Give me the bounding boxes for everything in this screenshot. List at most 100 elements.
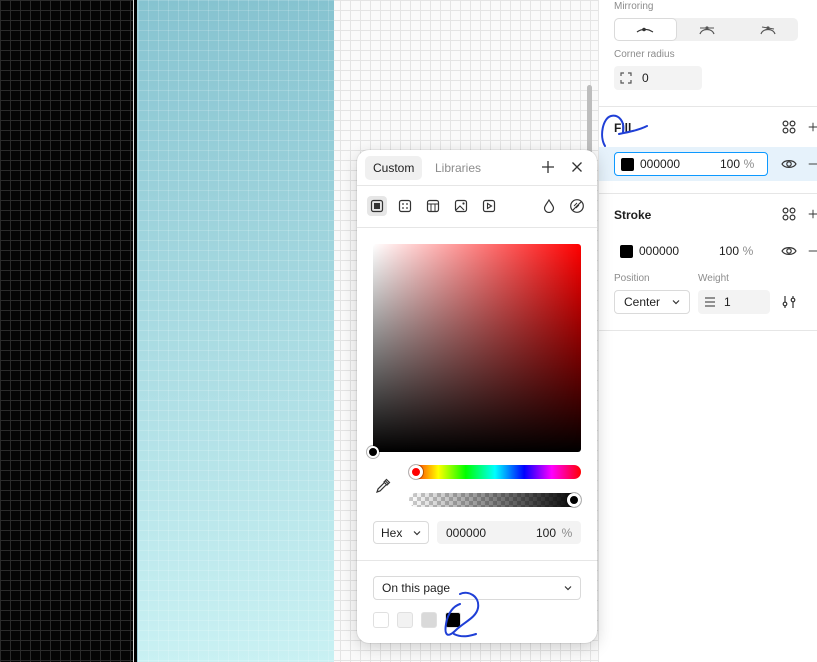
add-style-button[interactable]	[539, 158, 557, 176]
document-color-swatch[interactable]	[421, 612, 437, 628]
no-fill-icon	[570, 199, 584, 213]
sliders-icon	[782, 296, 796, 308]
hue-slider-thumb[interactable]	[409, 465, 423, 479]
stroke-opacity-value[interactable]: 100	[711, 244, 739, 258]
fill-color-swatch[interactable]	[621, 157, 634, 171]
mirroring-angle-length-icon	[760, 25, 776, 34]
mirroring-angle-button[interactable]	[677, 18, 738, 41]
eye-icon	[781, 160, 797, 168]
chevron-down-icon	[672, 300, 680, 305]
remove-stroke-button[interactable]	[808, 242, 817, 260]
paint-type-video[interactable]	[479, 196, 499, 216]
close-picker-button[interactable]	[568, 158, 586, 176]
close-icon	[572, 162, 582, 172]
eyedropper-button[interactable]	[374, 477, 392, 495]
corner-radius-icon	[620, 72, 632, 84]
mirroring-segmented-control	[614, 18, 798, 41]
gradient-frame[interactable]	[138, 0, 334, 662]
section-divider	[599, 193, 817, 194]
paint-type-solid[interactable]	[367, 196, 387, 216]
paint-type-row	[357, 186, 597, 228]
stroke-color-input[interactable]: 000000 100 %	[614, 239, 768, 263]
color-source-value: On this page	[382, 581, 451, 595]
canvas-scrollbar[interactable]	[587, 85, 592, 155]
plus-icon	[542, 161, 554, 173]
blend-mode-icon	[543, 199, 555, 213]
stroke-visibility-toggle[interactable]	[780, 242, 798, 260]
minus-icon	[808, 163, 817, 165]
corner-radius-input[interactable]: 0	[614, 66, 702, 90]
stroke-position-label: Position	[614, 273, 650, 284]
fill-styles-button[interactable]	[780, 118, 798, 136]
no-fill-button[interactable]	[567, 196, 587, 216]
saturation-value-thumb[interactable]	[367, 446, 379, 458]
document-color-swatch[interactable]	[397, 612, 413, 628]
corner-radius-label: Corner radius	[614, 49, 675, 60]
picker-divider	[357, 560, 597, 561]
paint-type-pattern[interactable]	[423, 196, 443, 216]
color-format-value: Hex	[381, 525, 403, 540]
picker-color-input[interactable]: 000000 100 %	[437, 521, 581, 544]
styles-grid-icon	[782, 207, 796, 221]
stroke-position-value: Center	[624, 295, 661, 309]
image-icon	[454, 199, 468, 213]
solid-fill-icon	[370, 199, 384, 213]
opacity-slider-thumb[interactable]	[567, 493, 581, 507]
picker-opacity-value[interactable]: 100	[526, 526, 556, 540]
mirroring-angle-icon	[699, 25, 715, 34]
hue-slider[interactable]	[409, 465, 581, 479]
tab-libraries[interactable]: Libraries	[427, 156, 489, 180]
stroke-section-title: Stroke	[614, 208, 652, 222]
eyedropper-icon	[376, 478, 391, 493]
fill-opacity-value[interactable]: 100	[712, 157, 740, 171]
chevron-down-icon	[413, 530, 421, 535]
color-picker-popup: Custom Libraries Hex 000000 100 % On thi…	[357, 150, 597, 643]
remove-fill-button[interactable]	[808, 155, 817, 173]
stroke-weight-value: 1	[724, 295, 731, 309]
styles-grid-icon	[782, 120, 796, 134]
fill-percent-sign: %	[743, 157, 755, 171]
add-stroke-button[interactable]	[808, 205, 817, 223]
properties-panel: Mirroring Corner radius 0 Fill 000000 10…	[598, 0, 817, 662]
pattern-icon	[426, 199, 440, 213]
dark-frame[interactable]	[0, 0, 133, 662]
chevron-down-icon	[564, 586, 572, 591]
eye-icon	[781, 247, 797, 255]
document-color-swatch[interactable]	[445, 612, 461, 628]
add-fill-button[interactable]	[808, 118, 817, 136]
mirroring-none-icon	[636, 27, 654, 33]
stroke-position-dropdown[interactable]: Center	[614, 290, 690, 314]
video-icon	[482, 199, 496, 213]
fill-visibility-toggle[interactable]	[780, 155, 798, 173]
mirroring-angle-length-button[interactable]	[737, 18, 798, 41]
gradient-icon	[398, 199, 412, 213]
paint-type-gradient[interactable]	[395, 196, 415, 216]
fill-section-title: Fill	[614, 121, 632, 135]
section-divider	[599, 106, 817, 107]
color-source-dropdown[interactable]: On this page	[373, 576, 581, 600]
plus-icon	[808, 209, 817, 219]
picker-hex-value[interactable]: 000000	[446, 526, 526, 540]
stroke-color-swatch[interactable]	[620, 244, 633, 258]
stroke-weight-input[interactable]: 1	[698, 290, 770, 314]
stroke-styles-button[interactable]	[780, 205, 798, 223]
stroke-weight-icon	[705, 297, 715, 307]
fill-hex-value[interactable]: 000000	[640, 157, 712, 171]
picker-percent-sign: %	[561, 525, 573, 540]
blend-mode-button[interactable]	[539, 196, 559, 216]
stroke-hex-value[interactable]: 000000	[639, 244, 711, 258]
advanced-stroke-button[interactable]	[780, 293, 798, 311]
fill-color-input[interactable]: 000000 100 %	[614, 152, 768, 176]
saturation-value-area[interactable]	[373, 244, 581, 452]
document-color-swatch[interactable]	[373, 612, 389, 628]
opacity-slider[interactable]	[409, 493, 581, 507]
tab-custom[interactable]: Custom	[365, 156, 423, 180]
mirroring-none-button[interactable]	[614, 18, 677, 41]
plus-icon	[808, 122, 817, 132]
section-divider	[599, 330, 817, 331]
minus-icon	[808, 250, 817, 252]
color-format-dropdown[interactable]: Hex	[373, 521, 429, 544]
stroke-weight-label: Weight	[698, 273, 729, 284]
paint-type-image[interactable]	[451, 196, 471, 216]
corner-radius-value: 0	[642, 71, 649, 85]
